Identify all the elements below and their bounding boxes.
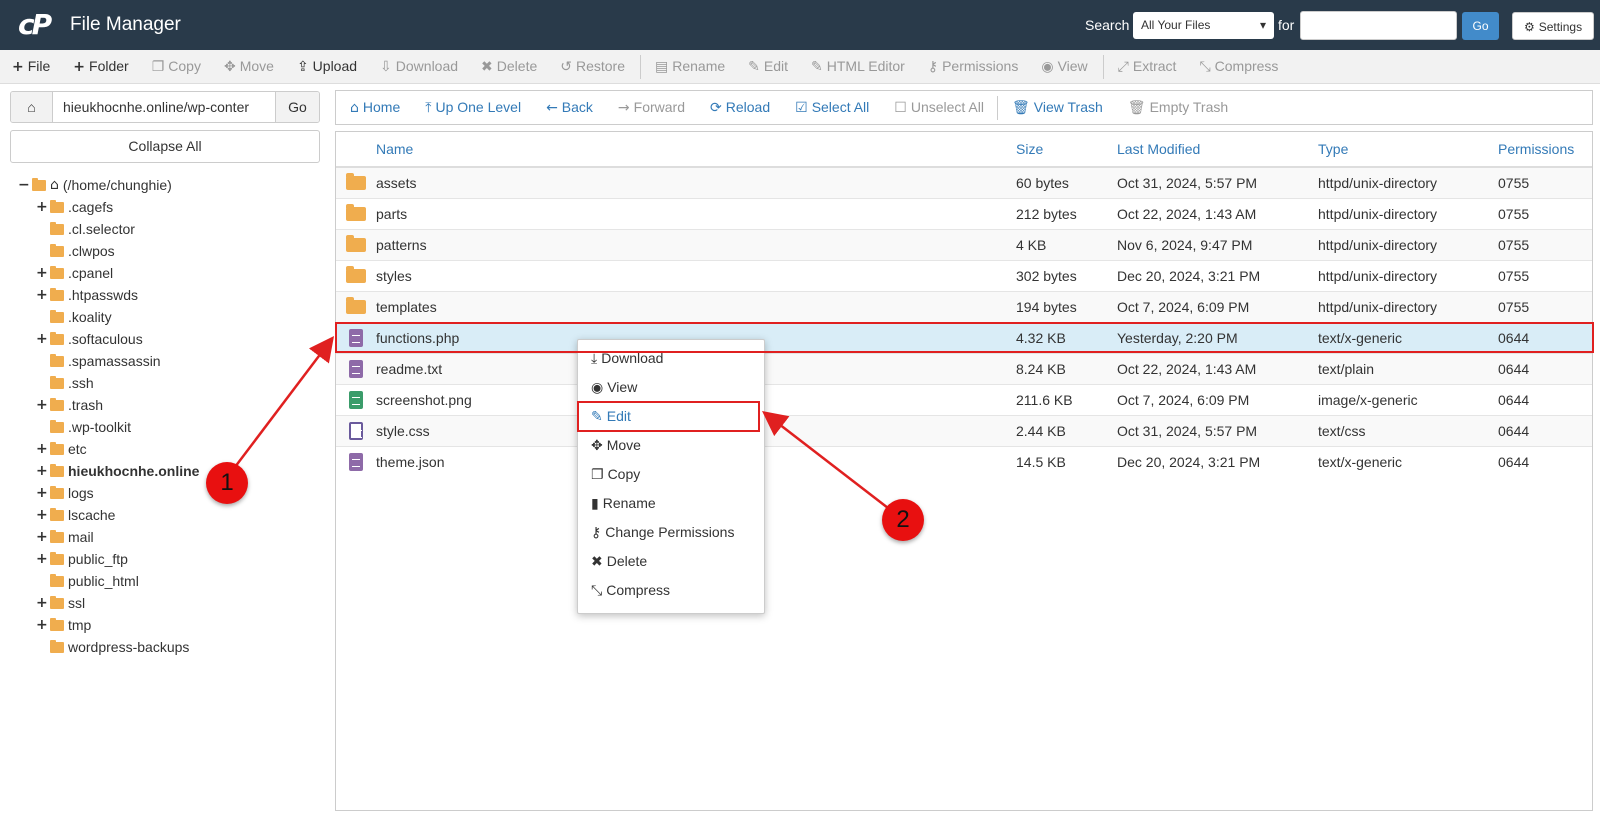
arrow-2: [762, 410, 889, 509]
annotation-arrows: [234, 336, 889, 509]
arrow-1: [234, 336, 335, 468]
step-marker-2: 2: [882, 499, 924, 541]
step-marker-1: 1: [206, 462, 248, 504]
